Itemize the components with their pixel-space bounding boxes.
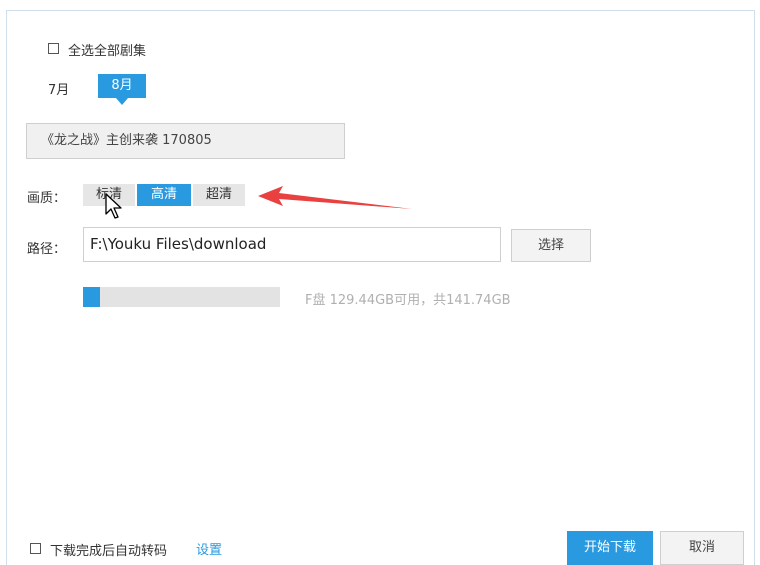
mouse-cursor-icon xyxy=(105,193,122,219)
quality-label: 画质： xyxy=(27,191,67,206)
settings-link[interactable]: 设置 xyxy=(196,539,222,558)
episode-item[interactable]: 《龙之战》主创来袭 170805 xyxy=(26,123,345,159)
select-all-checkbox[interactable] xyxy=(48,43,59,54)
quality-option-hd[interactable]: 高清 xyxy=(137,184,191,206)
path-input[interactable]: F:\Youku Files\download xyxy=(83,227,501,262)
quality-option-super[interactable]: 超清 xyxy=(193,184,245,206)
choose-path-button[interactable]: 选择 xyxy=(511,229,591,262)
annotation-arrow-icon xyxy=(258,186,412,209)
disk-usage-fill xyxy=(83,287,101,307)
cancel-button[interactable]: 取消 xyxy=(660,531,744,565)
select-all-label: 全选全部剧集 xyxy=(68,44,147,59)
disk-space-info: F盘 129.44GB可用，共141.74GB xyxy=(305,293,511,308)
auto-transcode-checkbox[interactable] xyxy=(30,543,41,554)
auto-transcode-label: 下载完成后自动转码 xyxy=(50,544,168,559)
month-tab-august[interactable]: 8月 xyxy=(98,74,146,105)
month-tab-july[interactable]: 7月 xyxy=(48,79,69,98)
start-download-button[interactable]: 开始下载 xyxy=(567,531,653,565)
path-label: 路径： xyxy=(27,242,67,257)
disk-usage-bar xyxy=(83,287,280,307)
